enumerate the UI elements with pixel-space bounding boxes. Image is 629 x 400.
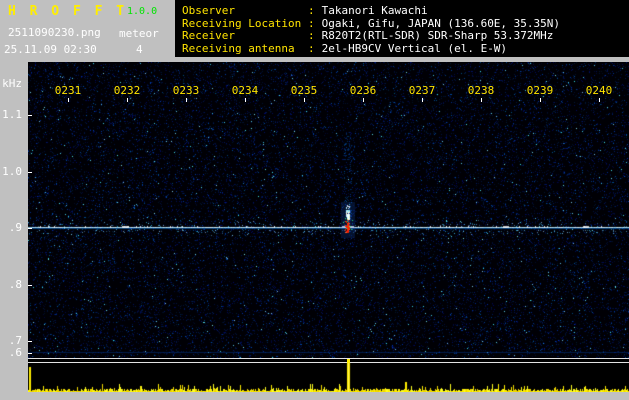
time-tick-mark: [481, 98, 482, 102]
freq-tick-mark: [28, 115, 32, 116]
app-title: H R O F F T: [8, 4, 128, 19]
time-tick-label: 0234: [231, 84, 259, 97]
info-colon: :: [308, 16, 315, 30]
freq-tick-label: 1.1: [2, 108, 22, 121]
info-colon: :: [308, 41, 315, 55]
power-strip-canvas: [28, 363, 629, 392]
header-info-panel: Observer: Takanori Kawachi Receiving Loca…: [175, 0, 629, 57]
info-label: Receiving antenna: [182, 41, 295, 55]
freq-tick-label: .9: [8, 221, 22, 234]
power-strip-panel: [28, 358, 629, 392]
time-tick-label: 0239: [526, 84, 554, 97]
time-tick-mark: [186, 98, 187, 102]
time-tick-mark: [304, 98, 305, 102]
divider-line-top: [28, 358, 629, 359]
meteor-count: 4: [136, 43, 143, 56]
info-value: R820T2(RTL-SDR) SDR-Sharp 53.372MHz: [321, 29, 554, 42]
info-row-antenna: Receiving antenna:2el-HB9CV Vertical (el…: [182, 41, 629, 56]
freq-tick-label: .8: [8, 278, 22, 291]
info-value: Takanori Kawachi: [321, 4, 428, 17]
time-tick-label: 0233: [172, 84, 200, 97]
hrofft-window: H R O F F T 1.0.0 2511090230.png meteor …: [0, 0, 629, 400]
mode-label: meteor: [119, 27, 159, 40]
info-colon: :: [308, 29, 315, 42]
time-tick-label: 0235: [290, 84, 318, 97]
datetime-label: 25.11.09 02:30: [4, 43, 97, 56]
freq-tick-label: 1.0: [2, 165, 22, 178]
output-file-name: 2511090230.png: [8, 26, 101, 39]
info-colon: :: [308, 4, 315, 17]
freq-tick-mark: [28, 341, 32, 342]
time-tick-mark: [599, 98, 600, 102]
spectrogram-panel: 0231 0232 0233 0234 0235 0236 0237 0238 0239 0240: [28, 62, 629, 358]
time-tick-label: 0232: [113, 84, 141, 97]
axis-unit-label: kHz: [2, 77, 22, 90]
info-label: Receiver: [182, 29, 235, 42]
time-tick-mark: [245, 98, 246, 102]
frequency-axis: kHz 1.1 1.0.9.8.7.6: [0, 57, 26, 400]
info-value: 2el-HB9CV Vertical (el. E-W): [321, 41, 508, 55]
time-tick-label: 0238: [467, 84, 495, 97]
app-version: 1.0.0: [127, 6, 158, 17]
freq-tick-mark: [28, 172, 32, 173]
info-label: Observer: [182, 4, 235, 17]
freq-tick-mark: [28, 353, 32, 354]
header-left-panel: H R O F F T 1.0.0 2511090230.png meteor …: [0, 0, 175, 57]
freq-tick-mark: [28, 228, 32, 229]
time-tick-mark: [540, 98, 541, 102]
freq-tick-mark: [28, 285, 32, 286]
time-tick-label: 0237: [408, 84, 436, 97]
time-tick-label: 0231: [54, 84, 82, 97]
time-tick-label: 0236: [349, 84, 377, 97]
time-tick-mark: [422, 98, 423, 102]
info-value: Ogaki, Gifu, JAPAN (136.60E, 35.35N): [321, 16, 561, 30]
spectrogram-canvas: [28, 62, 629, 358]
time-tick-label: 0240: [585, 84, 613, 97]
time-tick-mark: [363, 98, 364, 102]
time-tick-mark: [127, 98, 128, 102]
freq-tick-label: .6: [8, 346, 22, 359]
time-tick-mark: [68, 98, 69, 102]
